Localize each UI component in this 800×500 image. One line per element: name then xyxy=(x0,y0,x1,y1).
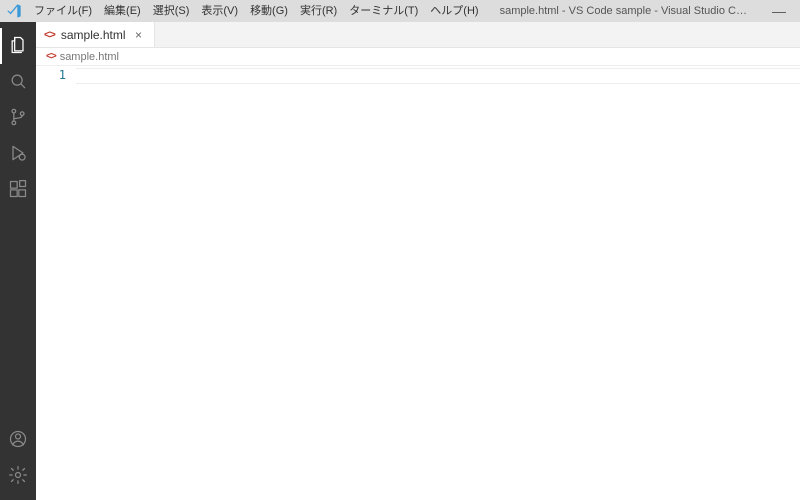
run-debug-activity-button[interactable] xyxy=(0,136,36,172)
extensions-activity-button[interactable] xyxy=(0,172,36,208)
extensions-icon xyxy=(8,179,28,202)
search-activity-button[interactable] xyxy=(0,64,36,100)
settings-activity-button[interactable] xyxy=(0,458,36,494)
files-icon xyxy=(8,35,28,58)
menu-help[interactable]: ヘルプ(H) xyxy=(424,0,484,22)
menu-file[interactable]: ファイル(F) xyxy=(28,0,98,22)
activity-bar-bottom xyxy=(0,422,36,500)
account-icon xyxy=(8,429,28,452)
active-line-highlight xyxy=(76,68,800,84)
tab-close-button[interactable]: × xyxy=(132,28,146,42)
gear-icon xyxy=(8,465,28,488)
vscode-logo-icon xyxy=(0,3,28,19)
tab-sample-html[interactable]: <> sample.html × xyxy=(36,22,155,47)
activity-bar xyxy=(0,22,36,500)
editor-tabs: <> sample.html × xyxy=(36,22,800,48)
menu-run[interactable]: 実行(R) xyxy=(294,0,343,22)
window-title: sample.html - VS Code sample - Visual St… xyxy=(485,5,762,17)
editor-content[interactable] xyxy=(76,66,800,500)
breadcrumb[interactable]: <> sample.html xyxy=(36,48,800,66)
accounts-activity-button[interactable] xyxy=(0,422,36,458)
menu-go[interactable]: 移動(G) xyxy=(244,0,294,22)
menu-view[interactable]: 表示(V) xyxy=(195,0,244,22)
line-number: 1 xyxy=(36,68,66,82)
play-bug-icon xyxy=(8,143,28,166)
line-number-gutter: 1 xyxy=(36,66,76,500)
search-icon xyxy=(8,71,28,94)
menu-edit[interactable]: 編集(E) xyxy=(98,0,147,22)
html-file-icon: <> xyxy=(46,51,56,62)
app-root: ファイル(F) 編集(E) 選択(S) 表示(V) 移動(G) 実行(R) ター… xyxy=(0,0,800,500)
explorer-activity-button[interactable] xyxy=(0,28,36,64)
activity-bar-top xyxy=(0,22,36,422)
branch-icon xyxy=(8,107,28,130)
code-editor[interactable]: 1 xyxy=(36,66,800,500)
workbench-body: <> sample.html × <> sample.html 1 xyxy=(0,22,800,500)
editor-region: <> sample.html × <> sample.html 1 xyxy=(36,22,800,500)
source-control-activity-button[interactable] xyxy=(0,100,36,136)
menu-bar: ファイル(F) 編集(E) 選択(S) 表示(V) 移動(G) 実行(R) ター… xyxy=(28,0,485,22)
tab-label: sample.html xyxy=(61,28,126,42)
menu-terminal[interactable]: ターミナル(T) xyxy=(343,0,424,22)
titlebar: ファイル(F) 編集(E) 選択(S) 表示(V) 移動(G) 実行(R) ター… xyxy=(0,0,800,22)
window-minimize-button[interactable]: — xyxy=(762,0,796,22)
html-file-icon: <> xyxy=(44,29,55,41)
breadcrumb-filename: sample.html xyxy=(60,51,119,63)
menu-selection[interactable]: 選択(S) xyxy=(147,0,196,22)
